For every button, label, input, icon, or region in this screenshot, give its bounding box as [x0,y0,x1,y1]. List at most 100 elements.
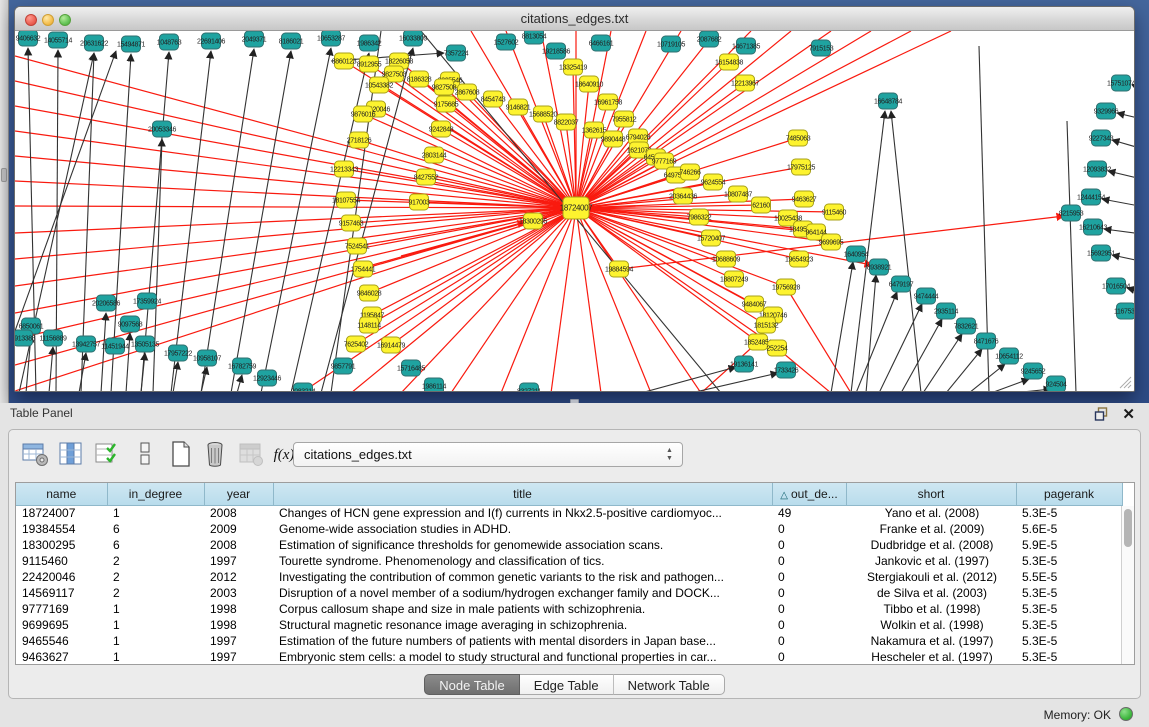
graph-node[interactable]: 12093832 [1083,161,1111,177]
show-columns-icon[interactable] [57,440,87,470]
graph-node[interactable]: 19884594 [605,261,633,277]
graph-node[interactable]: 15692951 [1087,245,1115,261]
column-header-title[interactable]: title [273,483,772,505]
graph-node[interactable]: 7625402 [344,336,369,352]
graph-node[interactable]: 2935114 [934,303,958,319]
graph-node[interactable]: 9699695 [819,234,844,250]
graph-node[interactable]: 9245652 [1021,363,1046,379]
graph-node[interactable]: 1167533 [1114,303,1135,319]
table-row[interactable]: 946362711997Embryonic stem cells: a mode… [16,649,1122,665]
graph-node[interactable]: 20364436 [669,188,697,204]
graph-node[interactable]: 10654112 [995,348,1023,364]
graph-node[interactable]: 19136141 [730,356,758,372]
graph-node[interactable]: 22691406 [197,33,225,49]
graph-node[interactable]: 16154838 [715,54,743,70]
edit-columns-icon[interactable] [93,440,123,470]
node-table[interactable]: namein_degreeyeartitle△out_de...shortpag… [15,482,1135,665]
graph-node[interactable]: 19756928 [772,279,800,295]
graph-node[interactable]: 3913388 [15,330,36,346]
graph-node[interactable]: 16782759 [228,358,256,374]
graph-node[interactable]: 8427552 [414,169,439,185]
table-row[interactable]: 969969511998Structural magnetic resonanc… [16,617,1122,633]
graph-node[interactable]: 7955812 [612,111,637,127]
table-row[interactable]: 1830029562008Estimation of significance … [16,537,1122,553]
graph-node[interactable]: 18107554 [332,192,360,208]
graph-node[interactable]: 9406632 [16,31,41,46]
panel-collapse-handle[interactable] [1,168,7,182]
column-header-short[interactable]: short [846,483,1016,505]
graph-node[interactable]: 8938921 [867,259,892,275]
graph-node[interactable]: 8215953 [1059,205,1084,221]
graph-node[interactable]: 15751074 [1107,75,1135,91]
graph-node[interactable]: 2083214 [291,383,316,392]
graph-node[interactable]: 62160 [752,197,771,213]
graph-node[interactable]: 14671385 [732,38,760,54]
graph-node[interactable]: 9463627 [792,191,817,207]
graph-node[interactable]: 13942757 [72,336,100,352]
graph-node[interactable]: 20631622 [80,35,108,51]
graph-node[interactable]: 7986322 [687,209,712,225]
graph-node[interactable]: 917003 [409,194,430,210]
graph-node[interactable]: 6479197 [889,276,914,292]
graph-node[interactable]: 11156889 [40,330,67,346]
column-header-out_degree[interactable]: △out_de... [772,483,846,505]
tab-edge-table[interactable]: Edge Table [520,674,614,695]
graph-node[interactable]: 1986342 [357,35,382,51]
graph-node[interactable]: 7357224 [444,45,469,61]
graph-node[interactable]: 1754441 [351,261,376,277]
graph-node[interactable]: 18807249 [720,271,748,287]
graph-node[interactable]: 10653287 [317,31,345,46]
table-row[interactable]: 946554611997Estimation of the future num… [16,633,1122,649]
graph-node[interactable]: 10688609 [712,251,740,267]
table-selector-dropdown[interactable]: citations_edges.txt ▲▼ [293,442,683,467]
graph-node[interactable]: 10958107 [193,350,221,366]
table-row[interactable]: 1938455462009Genome-wide association stu… [16,521,1122,537]
tab-node-table[interactable]: Node Table [424,674,520,695]
scrollbar-thumb[interactable] [1124,509,1132,547]
graph-node[interactable]: 16961758 [594,94,622,110]
graph-node[interactable]: 12444154 [1077,189,1105,205]
graph-node[interactable]: 14055714 [44,32,72,48]
graph-node[interactable]: 17957222 [164,345,192,361]
graph-node[interactable]: 1148114 [357,317,381,333]
graph-node[interactable]: 12213343 [330,161,358,177]
graph-node[interactable]: 8454743 [481,91,506,107]
create-column-icon[interactable] [167,440,197,470]
graph-node[interactable]: 746266 [680,164,701,180]
graph-node[interactable]: 16210643 [1079,219,1107,235]
table-row[interactable]: 977716911998Corpus callosum shape and si… [16,601,1122,617]
graph-node[interactable]: 15494871 [117,36,145,52]
row-height-icon[interactable] [131,440,161,470]
graph-node[interactable]: 16648784 [874,93,902,109]
graph-node[interactable]: 10807487 [724,186,752,202]
graph-node[interactable]: 1640954 [844,246,869,262]
graph-node[interactable]: 1527602 [494,34,519,50]
graph-node[interactable]: 2867608 [455,84,480,100]
graph-node[interactable]: 8912955 [357,56,382,72]
graph-node[interactable]: 8822037 [554,114,579,130]
graph-node[interactable]: 2803144 [422,147,447,163]
graph-node[interactable]: 7832621 [954,318,979,334]
table-mode-icon[interactable] [21,440,51,470]
graph-node[interactable]: 9857791 [331,358,356,374]
float-window-icon[interactable] [1094,407,1109,421]
table-row[interactable]: 1456911722003Disruption of a novel membe… [16,585,1122,601]
graph-node[interactable]: 9484067 [742,296,767,312]
graph-node[interactable]: 13325419 [559,59,587,75]
graph-node[interactable]: 10719105 [657,36,685,52]
graph-node[interactable]: 1733426 [774,362,799,378]
graph-node[interactable]: 17016504 [1102,278,1130,294]
window-resize-grip[interactable] [1118,375,1132,389]
graph-node[interactable]: 12213967 [731,75,759,91]
memory-status-icon[interactable] [1119,707,1133,721]
graph-node[interactable]: 7485063 [786,130,811,146]
graph-node[interactable]: 8471676 [974,333,999,349]
graph-node[interactable]: 8186328 [407,71,432,87]
table-scrollbar[interactable] [1121,506,1134,665]
graph-node[interactable]: 924504 [1046,376,1067,392]
graph-node[interactable]: 9242848 [429,121,454,137]
graph-node[interactable]: 9146821 [506,99,531,115]
graph-node[interactable]: 15720407 [697,230,725,246]
column-header-name[interactable]: name [16,483,107,505]
graph-node[interactable]: 9890448 [601,131,626,147]
